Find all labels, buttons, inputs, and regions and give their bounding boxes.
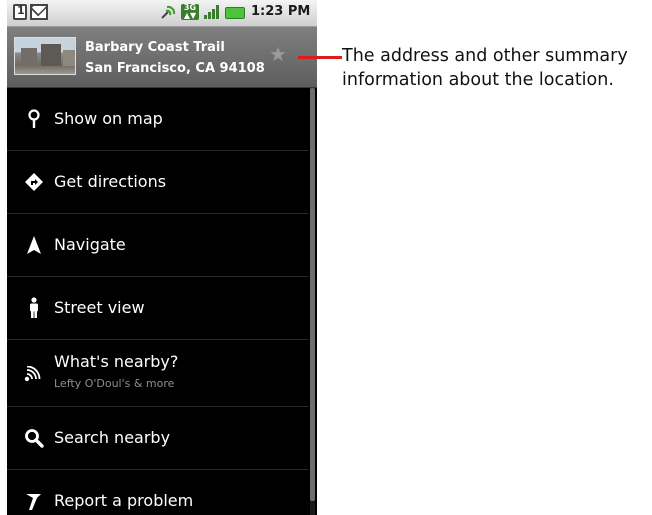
sim-icon xyxy=(13,4,27,20)
location-header: Barbary Coast Trail San Francisco, CA 94… xyxy=(7,27,317,88)
location-address: San Francisco, CA 94108 xyxy=(85,61,265,76)
directions-icon xyxy=(23,171,45,193)
menu-item-sublabel: Lefty O'Doul's & more xyxy=(54,377,175,390)
battery-icon xyxy=(225,7,245,19)
callout-line-2: information about the location. xyxy=(342,70,614,90)
signal-icon xyxy=(203,4,221,20)
nearby-icon xyxy=(23,364,45,386)
gps-icon xyxy=(159,4,177,20)
menu-item-navigate[interactable]: Navigate xyxy=(7,214,308,277)
map-pin-icon xyxy=(23,108,45,130)
clock: 1:23 PM xyxy=(251,4,311,19)
scrollbar-thumb[interactable] xyxy=(310,88,315,501)
menu-item-street-view[interactable]: Street view xyxy=(7,277,308,340)
search-icon xyxy=(23,427,45,449)
status-bar: 3G▲▼ 1:23 PM xyxy=(7,0,317,27)
navigate-arrow-icon xyxy=(23,234,45,256)
menu-item-label: Report a problem xyxy=(54,491,194,510)
menu-item-label: Navigate xyxy=(54,235,126,254)
phone-screen: 3G▲▼ 1:23 PM Barbary Coast Trail San Fra… xyxy=(7,0,317,515)
menu-item-get-directions[interactable]: Get directions xyxy=(7,151,308,214)
place-action-menu: Show on map Get directions Navigate Stre… xyxy=(7,88,308,515)
star-icon[interactable]: ★ xyxy=(269,44,287,64)
menu-item-show-on-map[interactable]: Show on map xyxy=(7,88,308,151)
scrollbar[interactable] xyxy=(310,88,315,515)
street-thumbnail[interactable] xyxy=(14,37,76,75)
menu-item-label: Get directions xyxy=(54,172,167,191)
callout-line-1: The address and other summary xyxy=(342,46,628,66)
callout-line xyxy=(298,56,342,59)
mail-icon xyxy=(30,4,48,20)
menu-item-whats-nearby[interactable]: What's nearby? Lefty O'Doul's & more xyxy=(7,340,308,407)
menu-item-label: Street view xyxy=(54,298,145,317)
menu-item-report-problem[interactable]: Report a problem xyxy=(7,470,308,515)
menu-item-label: Show on map xyxy=(54,109,163,128)
report-flag-icon xyxy=(23,490,45,512)
street-view-person-icon xyxy=(23,297,45,319)
menu-item-label: What's nearby? xyxy=(54,352,179,371)
menu-item-search-nearby[interactable]: Search nearby xyxy=(7,407,308,470)
menu-item-label: Search nearby xyxy=(54,428,171,447)
location-title: Barbary Coast Trail xyxy=(85,40,225,55)
network-3g-icon: 3G ▲▼ xyxy=(181,4,199,20)
callout-text: The address and other summary informatio… xyxy=(342,44,647,92)
